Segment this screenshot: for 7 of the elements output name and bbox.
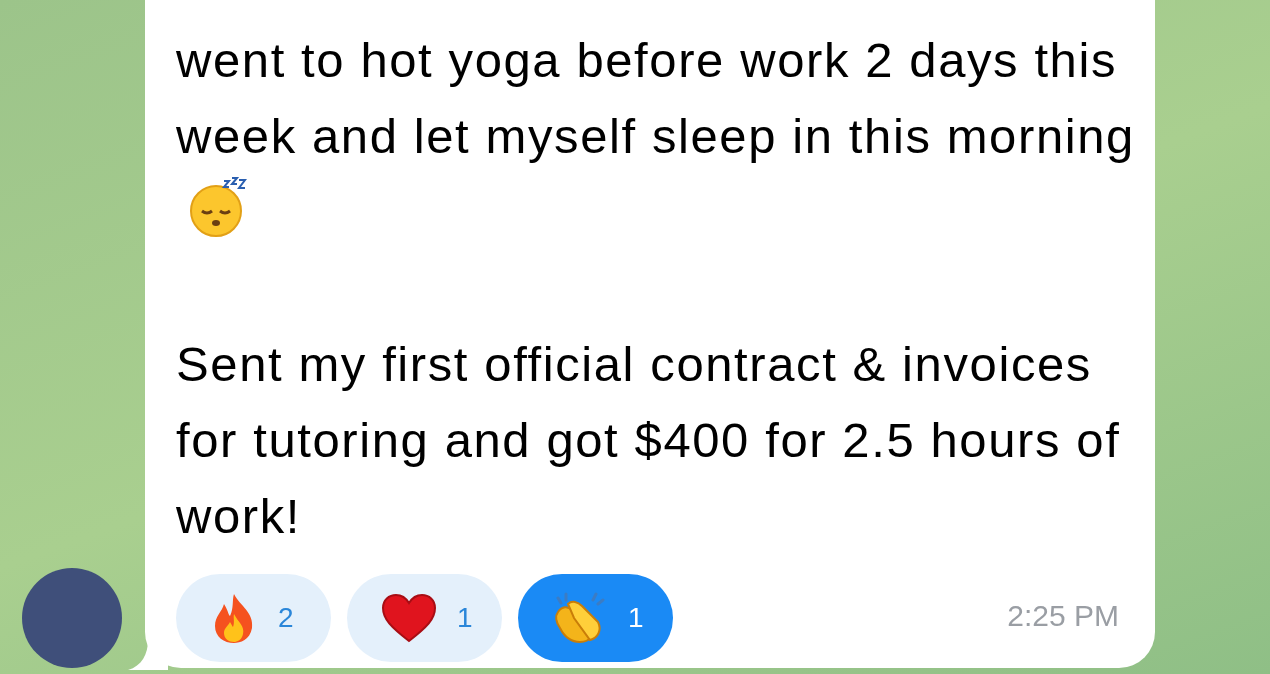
message-time: 2:25 PM (1007, 598, 1119, 634)
reaction-button[interactable]: 1 (347, 574, 502, 662)
message-text: Sent my first official contract & invoices for tutoring and got $400 for 2.5 hours of work! (176, 336, 1122, 545)
heart-icon (381, 593, 437, 643)
reaction-button[interactable]: 2 (176, 574, 331, 662)
reaction-button[interactable]: 1 (518, 574, 673, 662)
message-text: went to hot yoga before work 2 days this week and let myself sleep in this morning (176, 22, 1136, 250)
